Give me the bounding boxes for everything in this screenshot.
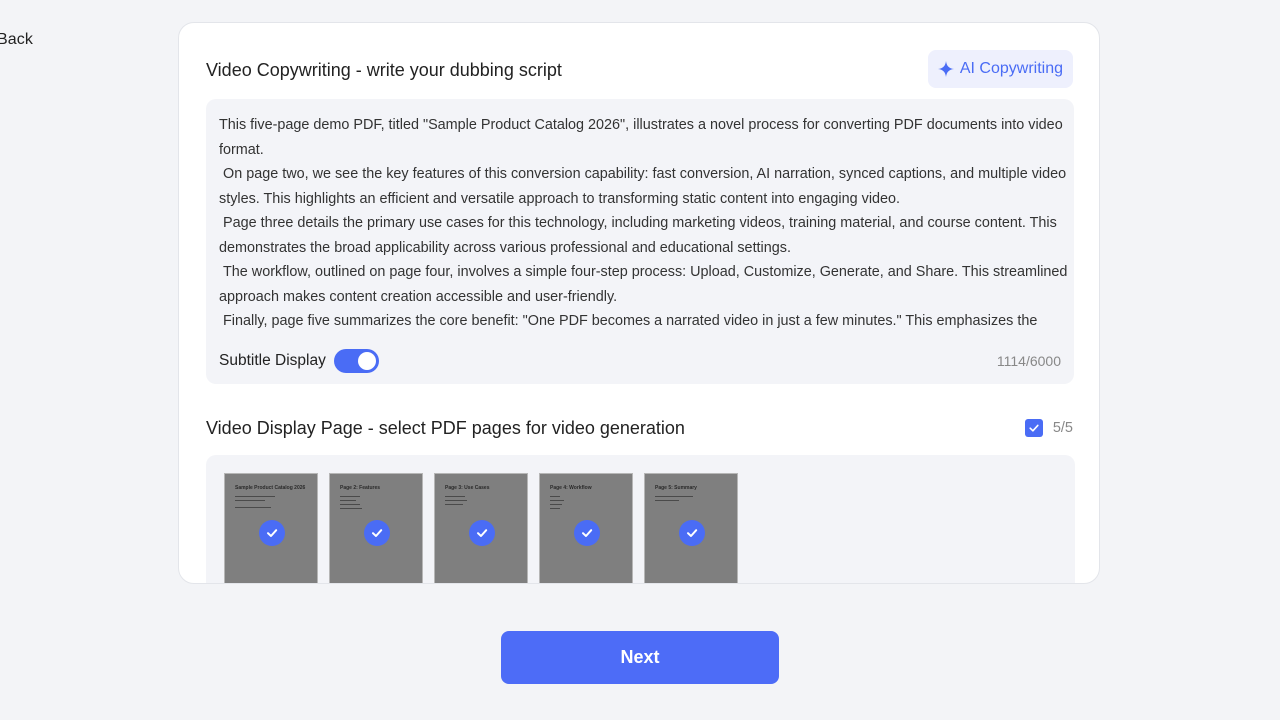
thumbnail-title: Sample Product Catalog 2026 <box>235 485 306 491</box>
subtitle-display-row: Subtitle Display <box>219 349 379 373</box>
subtitle-display-toggle[interactable] <box>333 349 379 373</box>
page-thumbnails: Sample Product Catalog 2026 Page 2: Feat… <box>206 455 1075 583</box>
checkmark-icon <box>1029 424 1039 432</box>
selected-check-icon <box>574 520 600 546</box>
thumbnail-title: Page 5: Summary <box>655 485 697 491</box>
selected-page-count: 5/5 <box>1052 420 1073 436</box>
thumbnail-title: Page 4: Workflow <box>550 485 592 491</box>
display-page-title: Video Display Page - select PDF pages fo… <box>206 418 685 438</box>
page-thumbnail-3[interactable]: Page 3: Use Cases <box>434 473 528 583</box>
selected-check-icon <box>259 520 285 546</box>
script-textarea[interactable]: This five-page demo PDF, titled "Sample … <box>219 113 1069 343</box>
ai-copywriting-label: AI Copywriting <box>959 60 1063 77</box>
character-count: 1114/6000 <box>996 353 1061 369</box>
thumbnail-title: Page 3: Use Cases <box>445 485 490 491</box>
toggle-knob <box>357 352 376 370</box>
next-button[interactable]: Next <box>501 631 779 684</box>
editor-card: Video Copywriting - write your dubbing s… <box>178 22 1100 584</box>
sparkle-icon <box>937 61 954 77</box>
copywriting-title: Video Copywriting - write your dubbing s… <box>206 60 562 80</box>
select-all-pages: 5/5 <box>1024 419 1073 437</box>
thumbnail-title: Page 2: Features <box>340 485 381 491</box>
selected-check-icon <box>469 520 495 546</box>
page-thumbnail-1[interactable]: Sample Product Catalog 2026 <box>224 473 318 583</box>
selected-check-icon <box>679 520 705 546</box>
page-thumbnail-5[interactable]: Page 5: Summary <box>644 473 738 583</box>
subtitle-display-label: Subtitle Display <box>219 352 326 369</box>
script-editor[interactable]: This five-page demo PDF, titled "Sample … <box>206 99 1074 384</box>
back-link[interactable]: Back <box>0 31 33 49</box>
selected-check-icon <box>364 520 390 546</box>
page-thumbnail-4[interactable]: Page 4: Workflow <box>539 473 633 583</box>
ai-copywriting-button[interactable]: AI Copywriting <box>927 50 1073 88</box>
page-thumbnail-2[interactable]: Page 2: Features <box>329 473 423 583</box>
select-all-checkbox[interactable] <box>1024 419 1043 437</box>
